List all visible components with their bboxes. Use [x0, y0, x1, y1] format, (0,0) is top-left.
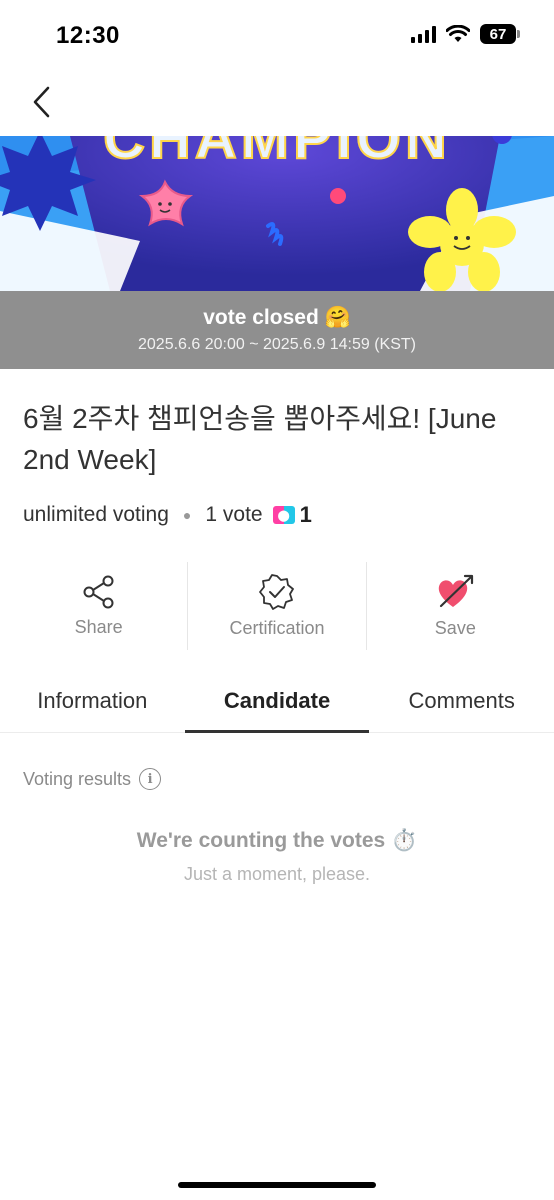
chevron-left-icon — [33, 86, 50, 118]
vote-count: 1 vote — [205, 503, 263, 526]
battery-icon: 67 — [480, 24, 520, 44]
ticket-count: 1 — [299, 502, 312, 527]
heart-arrow-icon — [439, 574, 474, 607]
tab-comments[interactable]: Comments — [369, 670, 554, 732]
tab-information[interactable]: Information — [0, 670, 185, 732]
certification-badge-icon — [259, 573, 294, 610]
back-button[interactable] — [22, 82, 62, 122]
wifi-icon — [446, 25, 470, 42]
voting-results-header: Voting results i — [23, 768, 162, 790]
banner-heading: CHAMPION — [103, 136, 451, 171]
certification-button[interactable]: Certification — [188, 562, 365, 650]
info-icon[interactable]: i — [139, 768, 162, 790]
status-icons: 67 — [411, 24, 520, 44]
separator-dot: ● — [182, 507, 192, 523]
home-indicator[interactable] — [178, 1182, 376, 1188]
status-bar: 12:30 67 — [0, 0, 554, 72]
voting-type: unlimited voting — [23, 503, 169, 526]
vote-status-overlay: vote closed 🤗 2025.6.6 20:00 ~ 2025.6.9 … — [0, 291, 554, 369]
vote-meta: unlimited voting ● 1 vote ⬤ 1 — [23, 502, 312, 528]
vote-status-title: vote closed 🤗 — [203, 306, 351, 329]
action-row: Share Certification Save — [10, 562, 544, 650]
ticket-icon: ⬤ — [272, 506, 295, 524]
counting-subtitle: Just a moment, please. — [183, 864, 371, 884]
save-label: Save — [434, 617, 476, 638]
share-label: Share — [74, 616, 123, 637]
vote-banner-image: CHAMPION — [0, 136, 554, 291]
share-button[interactable]: Share — [10, 562, 187, 650]
vote-title: 6월 2주차 챔피언송을 뽑아주세요! [June 2nd Week] — [23, 403, 497, 475]
save-button[interactable]: Save — [367, 562, 544, 650]
vote-period: 2025.6.6 20:00 ~ 2025.6.9 14:59 (KST) — [138, 336, 416, 353]
voting-results-label: Voting results — [23, 768, 132, 789]
battery-level: 67 — [489, 25, 507, 43]
share-icon — [83, 575, 114, 608]
status-time: 12:30 — [56, 22, 120, 49]
tab-candidate[interactable]: Candidate — [184, 670, 370, 733]
cellular-signal-icon — [411, 25, 436, 43]
counting-title: We're counting the votes ⏱️ — [136, 829, 418, 852]
tab-bar: Information Candidate Comments — [0, 670, 554, 733]
certification-label: Certification — [229, 617, 325, 638]
